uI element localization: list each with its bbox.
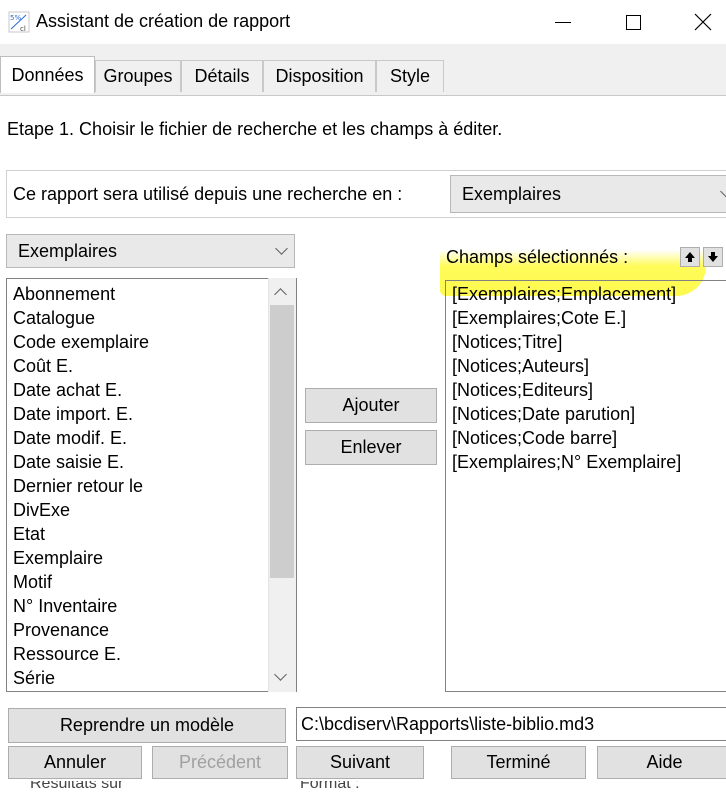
available-fields-list[interactable]: Abonnement Catalogue Code exemplaire Coû…: [6, 278, 297, 692]
tab-style[interactable]: Style: [376, 60, 444, 92]
selected-item[interactable]: [Notices;Auteurs]: [452, 354, 589, 378]
arrow-down-icon: [708, 252, 718, 262]
table-select[interactable]: Exemplaires: [6, 234, 295, 268]
list-item[interactable]: N° Inventaire: [13, 594, 117, 618]
list-item[interactable]: Date import. E.: [13, 402, 133, 426]
tab-strip: Données Groupes Détails Disposition Styl…: [0, 56, 726, 96]
help-button[interactable]: Aide: [597, 746, 726, 779]
list-item[interactable]: Code exemplaire: [13, 330, 149, 354]
report-wizard-icon: 5% cl: [8, 11, 30, 33]
list-item[interactable]: Etat: [13, 522, 45, 546]
list-item[interactable]: Motif: [13, 570, 52, 594]
tab-disposition[interactable]: Disposition: [263, 60, 376, 92]
step-instruction: Etape 1. Choisir le fichier de recherche…: [7, 119, 503, 139]
search-type-select[interactable]: Exemplaires: [450, 175, 726, 213]
close-icon: [694, 13, 712, 31]
move-up-button[interactable]: [680, 247, 700, 267]
list-item[interactable]: Dernier retour le: [13, 474, 143, 498]
model-path-field[interactable]: C:\bcdiserv\Rapports\liste-biblio.md3: [296, 707, 726, 741]
maximize-button[interactable]: [598, 0, 668, 44]
list-item[interactable]: Coût E.: [13, 354, 73, 378]
tab-details[interactable]: Détails: [181, 60, 263, 92]
move-down-button[interactable]: [703, 247, 723, 267]
finish-button[interactable]: Terminé: [451, 746, 586, 779]
load-model-button[interactable]: Reprendre un modèle: [8, 708, 286, 743]
remove-field-button[interactable]: Enlever: [305, 430, 437, 465]
selected-item[interactable]: [Notices;Date parution]: [452, 402, 635, 426]
list-item[interactable]: Catalogue: [13, 306, 95, 330]
list-item[interactable]: Ressource E.: [13, 642, 121, 666]
chevron-down-icon: [275, 242, 288, 255]
list-item[interactable]: Exemplaire: [13, 546, 103, 570]
svg-text:cl: cl: [20, 25, 26, 33]
selected-item[interactable]: [Exemplaires;Emplacement]: [452, 282, 676, 306]
usage-label: Ce rapport sera utilisé depuis une reche…: [13, 184, 403, 204]
selected-item[interactable]: [Exemplaires;N° Exemplaire]: [452, 450, 681, 474]
list-item[interactable]: Date achat E.: [13, 378, 122, 402]
list-item[interactable]: Provenance: [13, 618, 109, 642]
close-button[interactable]: [668, 0, 726, 44]
selected-fields-label: Champs sélectionnés :: [446, 247, 629, 267]
tab-groupes[interactable]: Groupes: [95, 60, 181, 92]
arrow-up-icon: [685, 252, 695, 262]
list-item[interactable]: Date modif. E.: [13, 426, 127, 450]
window-title: Assistant de création de rapport: [36, 11, 291, 31]
selected-item[interactable]: [Notices;Code barre]: [452, 426, 617, 450]
results-label-cut: Résultats sur: [30, 781, 124, 792]
selected-item[interactable]: [Exemplaires;Cote E.]: [452, 306, 626, 330]
list-item[interactable]: Série: [13, 666, 55, 690]
list-item[interactable]: Date saisie E.: [13, 450, 124, 474]
selected-item[interactable]: [Notices;Titre]: [452, 330, 562, 354]
tab-donnees[interactable]: Données: [0, 56, 95, 93]
chevron-down-icon: [720, 185, 726, 198]
minimize-icon: [555, 21, 571, 23]
add-field-button[interactable]: Ajouter: [305, 388, 437, 423]
maximize-icon: [625, 14, 641, 30]
next-button[interactable]: Suivant: [296, 746, 424, 779]
list-item[interactable]: DivExe: [13, 498, 70, 522]
search-type-value: Exemplaires: [462, 183, 562, 204]
format-label-cut: Format :: [300, 781, 360, 792]
scrollbar-thumb[interactable]: [270, 305, 294, 578]
previous-button[interactable]: Précédent: [152, 746, 288, 779]
minimize-button[interactable]: [528, 0, 598, 44]
list-item[interactable]: Abonnement: [13, 282, 115, 306]
cancel-button[interactable]: Annuler: [8, 746, 142, 779]
table-select-value: Exemplaires: [18, 240, 118, 261]
selected-item[interactable]: [Notices;Editeurs]: [452, 378, 593, 402]
